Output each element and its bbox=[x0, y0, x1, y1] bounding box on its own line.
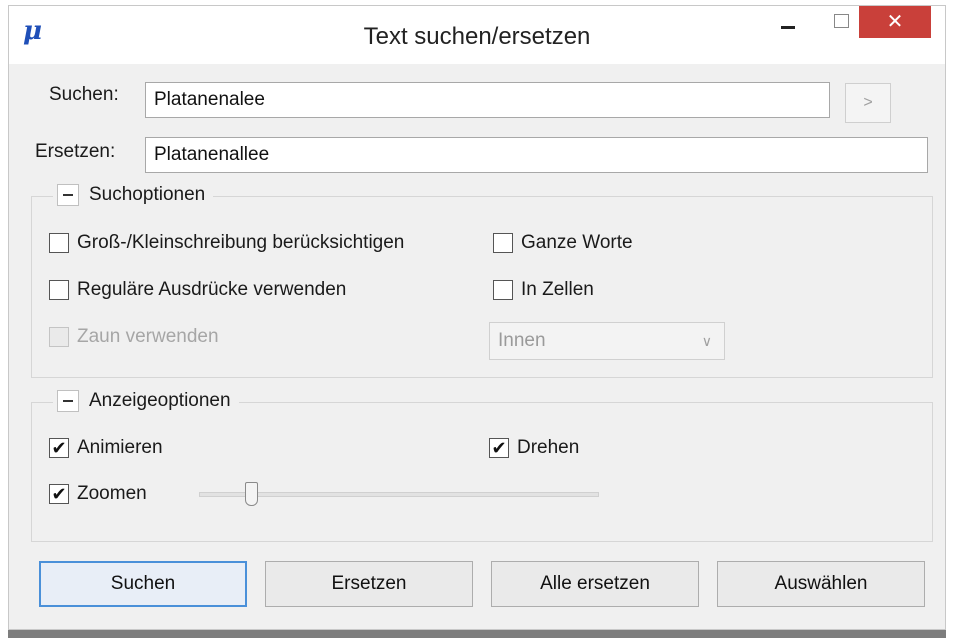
checkmark-icon: ✔ bbox=[49, 484, 69, 504]
checkbox-box bbox=[493, 233, 513, 253]
checkbox-box bbox=[49, 327, 69, 347]
rotate-label: Drehen bbox=[517, 437, 580, 458]
find-next-button[interactable]: > bbox=[845, 83, 891, 123]
checkmark-icon: ✔ bbox=[49, 438, 69, 458]
title-bar[interactable]: μ Text suchen/ersetzen ✕ bbox=[9, 6, 945, 64]
whole-words-label: Ganze Worte bbox=[521, 232, 633, 253]
use-fence-checkbox: Zaun verwenden bbox=[49, 326, 219, 348]
maximize-button[interactable] bbox=[819, 6, 863, 40]
close-icon: ✕ bbox=[886, 11, 904, 33]
search-options-header: Suchoptionen bbox=[53, 184, 214, 206]
checkbox-box bbox=[49, 280, 69, 300]
replace-button[interactable]: Ersetzen bbox=[265, 561, 473, 607]
zoom-slider-thumb[interactable] bbox=[245, 482, 259, 506]
search-input[interactable]: Platanenalee bbox=[145, 82, 830, 118]
match-case-label: Groß-/Kleinschreibung berücksichtigen bbox=[77, 232, 405, 253]
chevron-down-icon: ∨ bbox=[701, 333, 712, 349]
checkmark-icon: ✔ bbox=[489, 438, 509, 458]
whole-words-checkbox[interactable]: Ganze Worte bbox=[493, 232, 633, 254]
animate-label: Animieren bbox=[77, 437, 163, 458]
replace-input[interactable]: Platanenallee bbox=[145, 137, 928, 173]
rotate-checkbox[interactable]: ✔ Drehen bbox=[489, 437, 579, 459]
search-button[interactable]: Suchen bbox=[39, 561, 247, 607]
checkbox-box bbox=[493, 280, 513, 300]
regex-label: Reguläre Ausdrücke verwenden bbox=[77, 279, 347, 300]
replace-all-button[interactable]: Alle ersetzen bbox=[491, 561, 699, 607]
zoom-slider-track[interactable] bbox=[199, 492, 599, 497]
search-options-title: Suchoptionen bbox=[89, 184, 206, 205]
select-button[interactable]: Auswählen bbox=[717, 561, 925, 607]
use-fence-label: Zaun verwenden bbox=[77, 326, 219, 347]
collapse-search-options-button[interactable] bbox=[57, 184, 79, 206]
search-label: Suchen: bbox=[49, 84, 119, 105]
chevron-right-icon: > bbox=[863, 94, 873, 111]
in-cells-label: In Zellen bbox=[521, 279, 594, 300]
window-bottom-edge bbox=[8, 630, 946, 638]
find-replace-dialog: μ Text suchen/ersetzen ✕ Suchen: Platane… bbox=[8, 5, 946, 630]
checkbox-box bbox=[49, 233, 69, 253]
in-cells-checkbox[interactable]: In Zellen bbox=[493, 279, 594, 301]
display-options-title: Anzeigeoptionen bbox=[89, 390, 231, 411]
replace-label: Ersetzen: bbox=[35, 141, 116, 162]
display-options-header: Anzeigeoptionen bbox=[53, 390, 239, 412]
match-case-checkbox[interactable]: Groß-/Kleinschreibung berücksichtigen bbox=[49, 232, 404, 254]
zoom-label: Zoomen bbox=[77, 483, 147, 504]
display-options-group bbox=[31, 402, 933, 542]
collapse-display-options-button[interactable] bbox=[57, 390, 79, 412]
minimize-button[interactable] bbox=[769, 6, 813, 40]
fence-mode-value: Innen bbox=[498, 330, 546, 351]
close-button[interactable]: ✕ bbox=[859, 6, 931, 38]
regex-checkbox[interactable]: Reguläre Ausdrücke verwenden bbox=[49, 279, 346, 301]
fence-mode-select: Innen ∨ bbox=[489, 322, 725, 360]
animate-checkbox[interactable]: ✔ Animieren bbox=[49, 437, 163, 459]
zoom-checkbox[interactable]: ✔ Zoomen bbox=[49, 483, 147, 505]
